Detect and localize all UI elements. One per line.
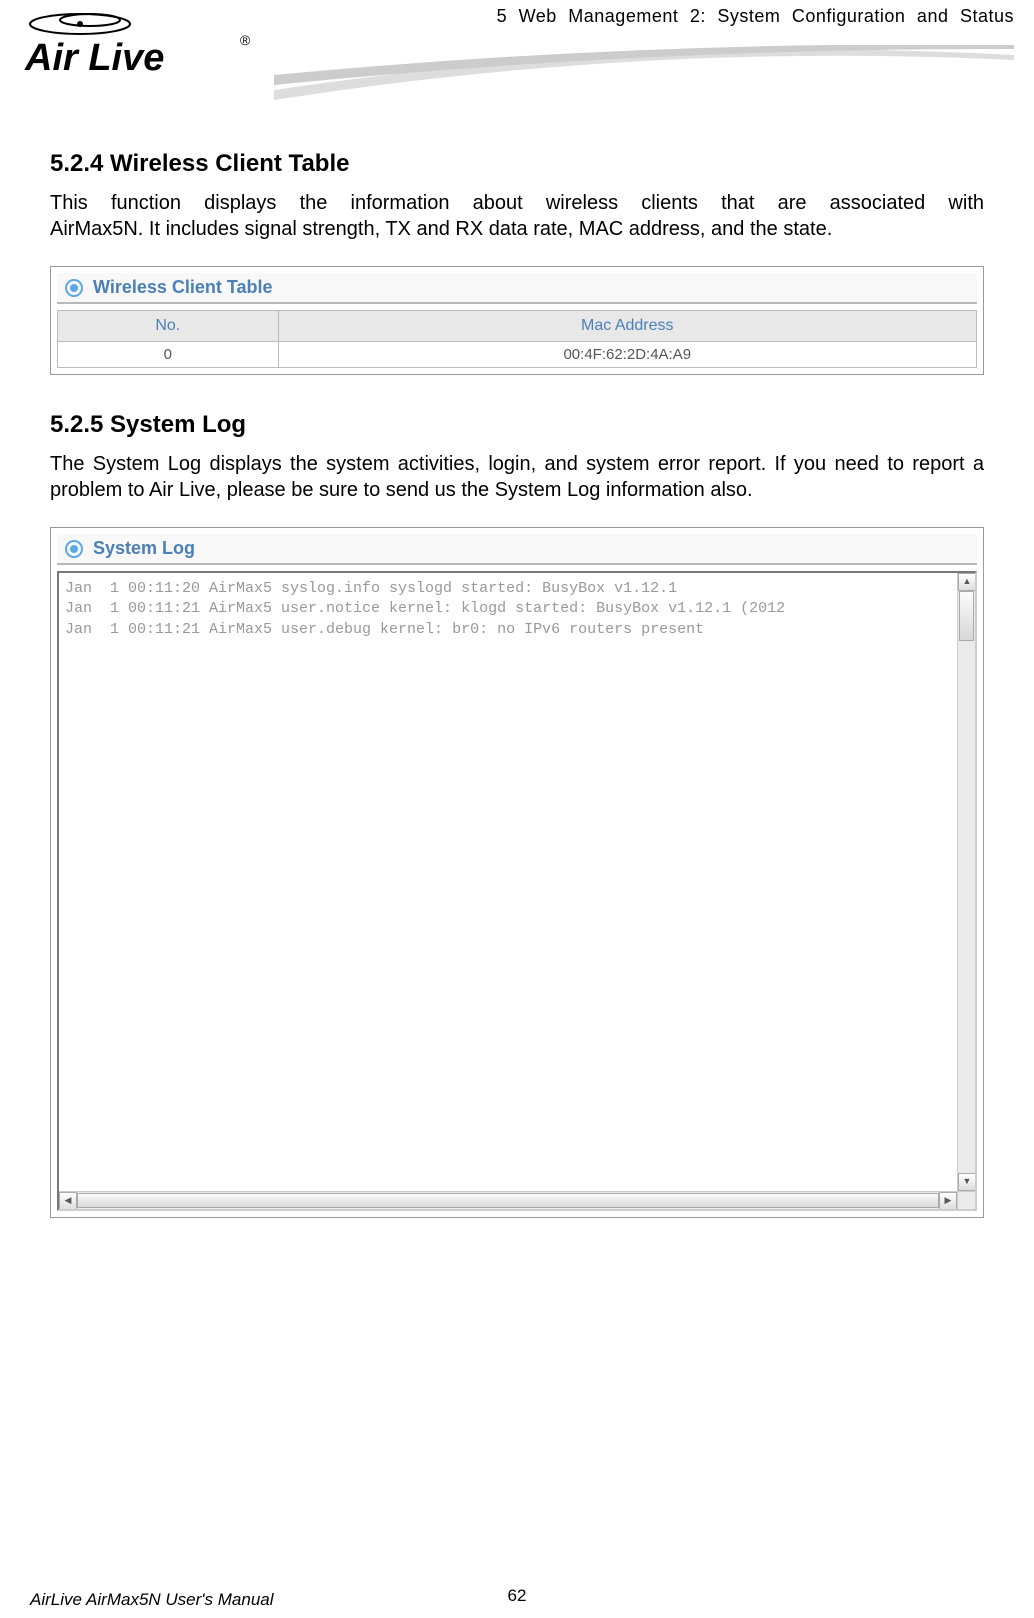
manual-title: AirLive AirMax5N User's Manual [30,1590,274,1610]
scroll-thumb-horizontal[interactable] [77,1193,939,1208]
section-heading-system-log: 5.2.5 System Log [50,411,984,439]
table-row: 0 00:4F:62:2D:4A:A9 [58,342,977,368]
panel-bullet-icon [65,540,83,558]
text-line: This function displays the information a… [50,192,984,214]
page-header: 5 Web Management 2: System Configuration… [0,0,1034,120]
text-line: AirMax5N. It includes signal strength, T… [50,218,832,240]
panel-title: System Log [93,538,195,559]
col-header-mac: Mac Address [278,311,976,342]
panel-title: Wireless Client Table [93,277,273,298]
scroll-up-button[interactable]: ▲ [958,573,976,591]
scroll-down-button[interactable]: ▼ [958,1173,976,1191]
header-swoosh-icon [274,45,1014,110]
chapter-title: 5 Web Management 2: System Configuration… [497,6,1014,27]
scroll-right-button[interactable]: ▶ [939,1192,957,1210]
log-textarea[interactable]: Jan 1 00:11:20 AirMax5 syslog.info syslo… [57,571,977,1211]
section-text-system-log: The System Log displays the system activ… [50,451,984,503]
section-heading-wireless-client-table: 5.2.4 Wireless Client Table [50,150,984,178]
page-content: 5.2.4 Wireless Client Table This functio… [0,120,1034,1218]
airlive-logo: Air Live ® [20,0,280,95]
horizontal-scrollbar[interactable]: ◀ ▶ [59,1191,957,1209]
panel-header: Wireless Client Table [57,273,977,304]
cell-no: 0 [58,342,279,368]
scroll-left-button[interactable]: ◀ [59,1192,77,1210]
text-line: The System Log displays the system activ… [50,453,879,475]
panel-bullet-icon [65,279,83,297]
svg-text:®: ® [240,32,251,48]
wireless-client-table: No. Mac Address 0 00:4F:62:2D:4A:A9 [57,310,977,368]
svg-text:Air Live: Air Live [24,37,164,79]
section-text-wireless-client: This function displays the information a… [50,190,984,242]
page-footer: 62 AirLive AirMax5N User's Manual [0,1586,1034,1610]
panel-header: System Log [57,534,977,565]
col-header-no: No. [58,311,279,342]
log-text-content: Jan 1 00:11:20 AirMax5 syslog.info syslo… [59,573,975,646]
wireless-client-table-panel: Wireless Client Table No. Mac Address 0 … [50,266,984,375]
scroll-thumb-vertical[interactable] [959,591,974,641]
vertical-scrollbar[interactable]: ▲ ▼ [957,573,975,1191]
cell-mac: 00:4F:62:2D:4A:A9 [278,342,976,368]
scroll-corner [957,1191,975,1209]
system-log-panel: System Log Jan 1 00:11:20 AirMax5 syslog… [50,527,984,1218]
